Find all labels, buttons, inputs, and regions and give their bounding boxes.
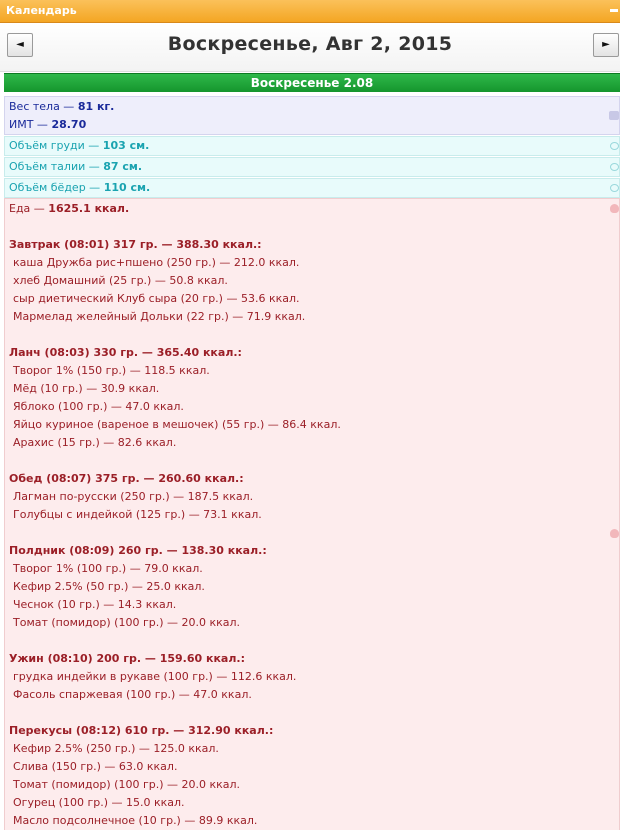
scale-icon[interactable]: [609, 111, 619, 120]
food-item: Яблоко (100 гр.) — 47.0 ккал.: [13, 400, 184, 413]
window-title: Календарь: [6, 4, 77, 17]
food-item: хлеб Домашний (25 гр.) — 50.8 ккал.: [13, 274, 228, 287]
measurement-value: 103 см.: [102, 139, 150, 152]
food-item: Лагман по-русски (250 гр.) — 187.5 ккал.: [13, 490, 254, 503]
weight-section[interactable]: Вес тела — 81 кг. ИМТ — 28.70: [4, 96, 620, 135]
window-titlebar: Календарь: [0, 0, 620, 23]
tape-measure-icon[interactable]: [610, 142, 619, 150]
food-item: Слива (150 гр.) — 63.0 ккал.: [13, 760, 178, 773]
bmi-value: 28.70: [51, 118, 87, 131]
bmi-label: ИМТ —: [9, 118, 52, 131]
food-total-value: 1625.1 ккал.: [48, 202, 130, 215]
measurement-line: Объём бёдер — 110 см.: [9, 181, 150, 194]
measurement-label: Объём груди —: [9, 139, 103, 152]
food-total-line: Еда — 1625.1 ккал.: [9, 202, 129, 215]
food-item: Яйцо куриное (вареное в мешочек) (55 гр.…: [13, 418, 341, 431]
food-item: сыр диетический Клуб сыра (20 гр.) — 53.…: [13, 292, 300, 305]
food-item: Мармелад желейный Дольки (22 гр.) — 71.9…: [13, 310, 306, 323]
weight-line: Вес тела — 81 кг.: [9, 100, 114, 113]
measurement-line: Объём груди — 103 см.: [9, 139, 149, 152]
food-item: Томат (помидор) (100 гр.) — 20.0 ккал.: [13, 778, 241, 791]
meal-header-supper: Ужин (08:10) 200 гр. — 159.60 ккал.:: [9, 652, 245, 665]
food-item: Чеснок (10 гр.) — 14.3 ккал.: [13, 598, 177, 611]
measurement-label: Объём бёдер —: [9, 181, 104, 194]
food-item: грудка индейки в рукаве (100 гр.) — 112.…: [13, 670, 297, 683]
food-item: Масло подсолнечное (10 гр.) — 89.9 ккал.: [13, 814, 258, 827]
meal-header-breakfast: Завтрак (08:01) 317 гр. — 388.30 ккал.:: [9, 238, 262, 251]
measurement-value: 87 см.: [103, 160, 143, 173]
food-item: Кефир 2.5% (50 гр.) — 25.0 ккал.: [13, 580, 205, 593]
measurement-waist[interactable]: Объём талии — 87 см.: [4, 157, 620, 177]
next-day-button[interactable]: ►: [593, 33, 619, 57]
measurement-line: Объём талии — 87 см.: [9, 160, 142, 173]
food-item: Творог 1% (150 гр.) — 118.5 ккал.: [13, 364, 210, 377]
current-date-title: Воскресенье, Авг 2, 2015: [167, 33, 453, 55]
apple-icon[interactable]: [610, 204, 619, 213]
food-item: каша Дружба рис+пшено (250 гр.) — 212.0 …: [13, 256, 300, 269]
meal-header-snack: Полдник (08:09) 260 гр. — 138.30 ккал.:: [9, 544, 267, 557]
measurement-value: 110 см.: [103, 181, 151, 194]
food-item: Фасоль спаржевая (100 гр.) — 47.0 ккал.: [13, 688, 252, 701]
food-item: Кефир 2.5% (250 гр.) — 125.0 ккал.: [13, 742, 219, 755]
bmi-line: ИМТ — 28.70: [9, 118, 86, 131]
meal-header-dinner: Обед (08:07) 375 гр. — 260.60 ккал.:: [9, 472, 244, 485]
food-item: Мёд (10 гр.) — 30.9 ккал.: [13, 382, 160, 395]
food-item: Огурец (100 гр.) — 15.0 ккал.: [13, 796, 185, 809]
measurement-hips[interactable]: Объём бёдер — 110 см.: [4, 178, 620, 198]
food-item: Томат (помидор) (100 гр.) — 20.0 ккал.: [13, 616, 241, 629]
date-navigation: ◄ Воскресенье, Авг 2, 2015 ►: [0, 23, 620, 72]
tape-measure-icon[interactable]: [610, 163, 619, 171]
day-header: Воскресенье 2.08: [4, 73, 620, 92]
food-section[interactable]: Еда — 1625.1 ккал. Завтрак (08:01) 317 г…: [4, 198, 620, 830]
measurement-chest[interactable]: Объём груди — 103 см.: [4, 136, 620, 156]
food-item: Голубцы с индейкой (125 гр.) — 73.1 ккал…: [13, 508, 262, 521]
apple-icon[interactable]: [610, 529, 619, 538]
weight-label: Вес тела —: [9, 100, 78, 113]
meal-header-snacks: Перекусы (08:12) 610 гр. — 312.90 ккал.:: [9, 724, 274, 737]
minimize-icon[interactable]: [610, 9, 618, 12]
food-total-label: Еда —: [9, 202, 49, 215]
food-item: Арахис (15 гр.) — 82.6 ккал.: [13, 436, 177, 449]
weight-value: 81 кг.: [77, 100, 115, 113]
meal-header-lunch: Ланч (08:03) 330 гр. — 365.40 ккал.:: [9, 346, 242, 359]
tape-measure-icon[interactable]: [610, 184, 619, 192]
food-item: Творог 1% (100 гр.) — 79.0 ккал.: [13, 562, 203, 575]
measurement-label: Объём талии —: [9, 160, 104, 173]
